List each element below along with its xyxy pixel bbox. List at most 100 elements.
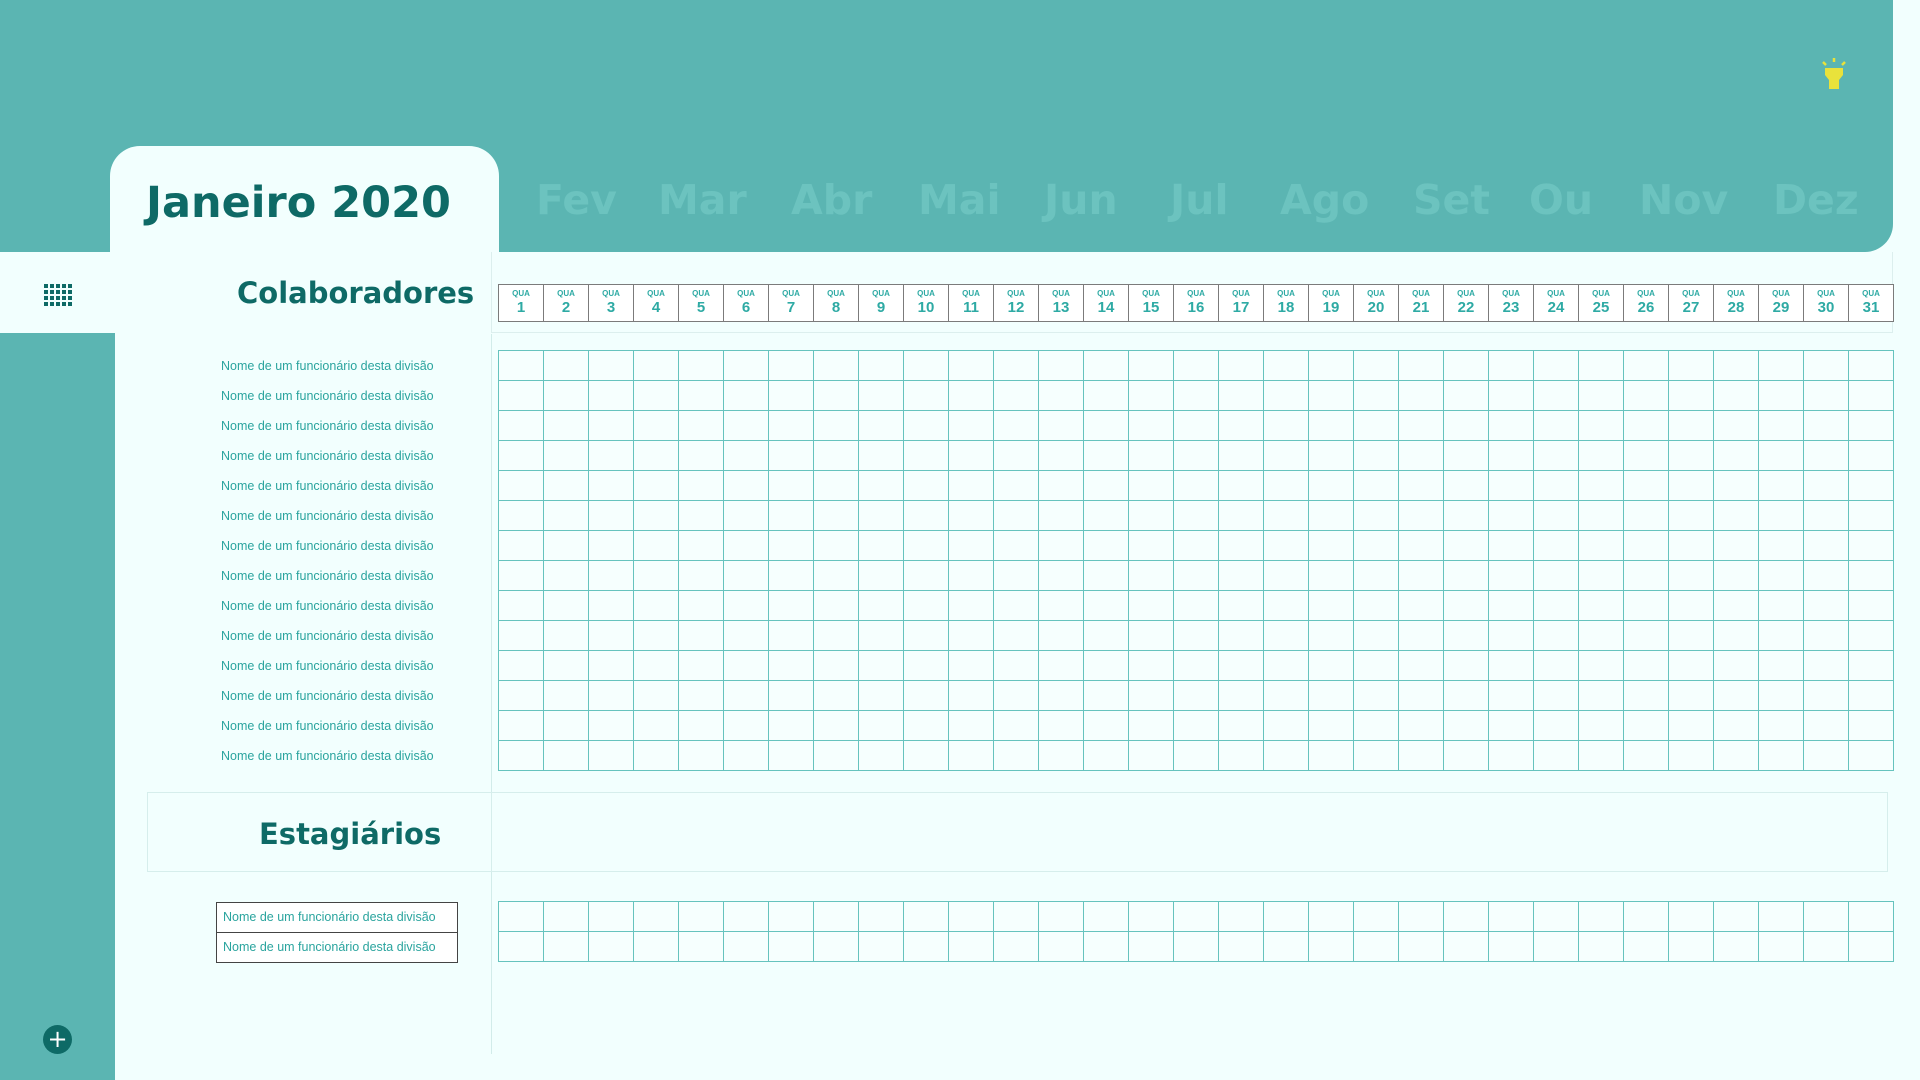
day-cell[interactable] [1398, 620, 1444, 651]
day-cell[interactable] [1758, 650, 1804, 681]
day-cell[interactable] [903, 470, 949, 501]
day-cell[interactable] [1038, 500, 1084, 531]
day-cell[interactable] [1848, 620, 1894, 651]
day-cell[interactable] [633, 410, 679, 441]
day-cell[interactable] [1218, 500, 1264, 531]
day-cell[interactable] [1803, 650, 1849, 681]
day-cell[interactable] [1263, 650, 1309, 681]
day-cell[interactable] [948, 901, 994, 932]
day-cell[interactable] [1398, 901, 1444, 932]
day-cell[interactable] [1218, 620, 1264, 651]
day-cell[interactable] [1038, 650, 1084, 681]
day-cell[interactable] [768, 530, 814, 561]
employee-name[interactable]: Nome de um funcionário desta divisão [214, 443, 456, 473]
day-cell[interactable] [633, 901, 679, 932]
month-tab-set[interactable]: Set [1413, 176, 1490, 224]
day-cell[interactable] [1443, 901, 1489, 932]
day-cell[interactable] [1398, 650, 1444, 681]
day-cell[interactable] [948, 380, 994, 411]
day-cell[interactable] [1083, 931, 1129, 962]
day-cell[interactable] [1623, 650, 1669, 681]
day-cell[interactable] [1218, 380, 1264, 411]
day-cell[interactable] [1353, 560, 1399, 591]
day-cell[interactable] [1398, 710, 1444, 741]
employee-name[interactable]: Nome de um funcionário desta divisão [214, 473, 456, 503]
day-cell[interactable] [498, 410, 544, 441]
day-cell[interactable] [1173, 740, 1219, 771]
day-cell[interactable] [1128, 500, 1174, 531]
day-cell[interactable] [1668, 560, 1714, 591]
month-tab-dez[interactable]: Dez [1773, 176, 1859, 224]
employee-name[interactable]: Nome de um funcionário desta divisão [214, 623, 456, 653]
day-cell[interactable] [1218, 560, 1264, 591]
day-cell[interactable] [1173, 350, 1219, 381]
day-cell[interactable] [588, 440, 634, 471]
day-cell[interactable] [1398, 440, 1444, 471]
grid-view-icon[interactable] [44, 284, 72, 306]
day-cell[interactable] [1218, 440, 1264, 471]
day-cell[interactable] [1443, 560, 1489, 591]
day-cell[interactable] [633, 470, 679, 501]
day-cell[interactable] [1398, 530, 1444, 561]
day-cell[interactable] [498, 740, 544, 771]
day-cell[interactable] [1038, 680, 1084, 711]
day-cell[interactable] [1038, 530, 1084, 561]
day-cell[interactable] [813, 740, 859, 771]
day-cell[interactable] [813, 410, 859, 441]
day-cell[interactable] [1803, 530, 1849, 561]
day-cell[interactable] [948, 650, 994, 681]
day-cell[interactable] [498, 350, 544, 381]
month-tab-fev[interactable]: Fev [536, 176, 617, 224]
day-cell[interactable] [1488, 440, 1534, 471]
day-cell[interactable] [723, 710, 769, 741]
month-tab-mai[interactable]: Mai [918, 176, 1001, 224]
day-cell[interactable] [723, 500, 769, 531]
day-cell[interactable] [1623, 590, 1669, 621]
day-cell[interactable] [1173, 500, 1219, 531]
day-cell[interactable] [1308, 901, 1354, 932]
day-cell[interactable] [1848, 380, 1894, 411]
day-cell[interactable] [903, 440, 949, 471]
day-cell[interactable] [1578, 590, 1624, 621]
day-cell[interactable] [993, 380, 1039, 411]
day-cell[interactable] [768, 410, 814, 441]
day-cell[interactable] [1578, 680, 1624, 711]
day-cell[interactable] [903, 620, 949, 651]
day-cell[interactable] [993, 650, 1039, 681]
add-icon[interactable]: + [43, 1025, 72, 1054]
day-cell[interactable] [1128, 620, 1174, 651]
day-cell[interactable] [1308, 470, 1354, 501]
day-cell[interactable] [678, 530, 724, 561]
day-cell[interactable] [1623, 710, 1669, 741]
day-cell[interactable] [1398, 500, 1444, 531]
day-cell[interactable] [813, 350, 859, 381]
day-cell[interactable] [1308, 440, 1354, 471]
day-cell[interactable] [1713, 560, 1759, 591]
day-cell[interactable] [813, 530, 859, 561]
day-cell[interactable] [813, 500, 859, 531]
day-cell[interactable] [1173, 590, 1219, 621]
day-cell[interactable] [1803, 710, 1849, 741]
day-cell[interactable] [1848, 470, 1894, 501]
day-cell[interactable] [993, 740, 1039, 771]
day-cell[interactable] [1353, 901, 1399, 932]
day-cell[interactable] [858, 410, 904, 441]
day-cell[interactable] [1218, 470, 1264, 501]
day-cell[interactable] [948, 931, 994, 962]
day-cell[interactable] [543, 901, 589, 932]
day-cell[interactable] [1578, 560, 1624, 591]
day-cell[interactable] [1668, 500, 1714, 531]
day-cell[interactable] [1038, 410, 1084, 441]
day-cell[interactable] [1083, 410, 1129, 441]
day-cell[interactable] [1398, 560, 1444, 591]
day-cell[interactable] [543, 590, 589, 621]
day-cell[interactable] [768, 931, 814, 962]
day-cell[interactable] [588, 710, 634, 741]
day-cell[interactable] [1668, 650, 1714, 681]
day-cell[interactable] [1488, 680, 1534, 711]
day-cell[interactable] [1758, 740, 1804, 771]
day-cell[interactable] [723, 440, 769, 471]
day-cell[interactable] [1443, 500, 1489, 531]
day-cell[interactable] [1038, 380, 1084, 411]
day-cell[interactable] [1668, 440, 1714, 471]
